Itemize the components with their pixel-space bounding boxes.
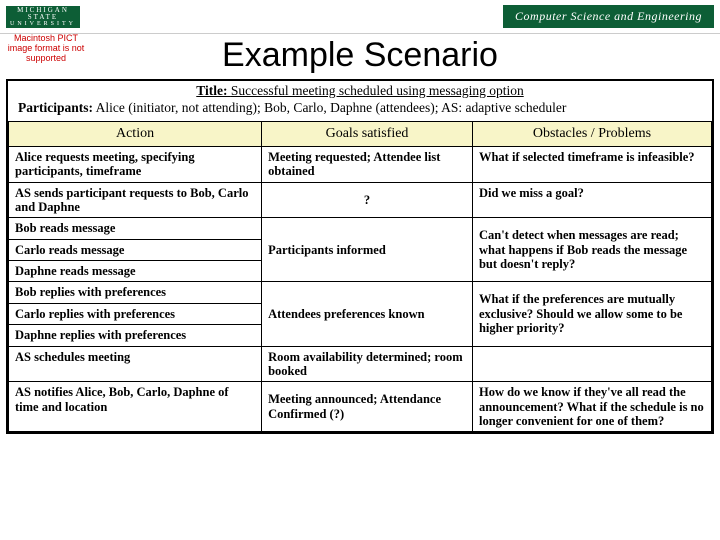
scenario-title-line: Title: Successful meeting scheduled usin…: [18, 83, 702, 100]
cell-obs: Did we miss a goal?: [472, 182, 711, 218]
table-row: AS notifies Alice, Bob, Carlo, Daphne of…: [9, 382, 712, 432]
cell-obs: [472, 346, 711, 382]
cell-action: Daphne reads message: [9, 261, 262, 282]
cell-action: AS schedules meeting: [9, 346, 262, 382]
cell-action: Carlo replies with preferences: [9, 303, 262, 324]
cell-goals: Participants informed: [262, 218, 473, 282]
cell-action: AS notifies Alice, Bob, Carlo, Daphne of…: [9, 382, 262, 432]
col-action: Action: [9, 121, 262, 146]
content-frame: Title: Successful meeting scheduled usin…: [6, 79, 714, 434]
cell-obs: Can't detect when messages are read; wha…: [472, 218, 711, 282]
table-row: Bob replies with preferences Attendees p…: [9, 282, 712, 303]
cell-obs: What if the preferences are mutually exc…: [472, 282, 711, 346]
cell-action: Daphne replies with preferences: [9, 325, 262, 346]
cell-goals: Room availability determined; room booke…: [262, 346, 473, 382]
msu-line1: MICHIGAN STATE: [6, 7, 80, 21]
header-bar: MICHIGAN STATE UNIVERSITY Computer Scien…: [0, 0, 720, 34]
cell-obs: What if selected timeframe is infeasible…: [472, 146, 711, 182]
col-obstacles: Obstacles / Problems: [472, 121, 711, 146]
table-row: AS schedules meeting Room availability d…: [9, 346, 712, 382]
cell-action: AS sends participant requests to Bob, Ca…: [9, 182, 262, 218]
scenario-table: Action Goals satisfied Obstacles / Probl…: [8, 121, 712, 433]
intro-block: Title: Successful meeting scheduled usin…: [8, 81, 712, 121]
cell-goals: Meeting announced; Attendance Confirmed …: [262, 382, 473, 432]
table-header-row: Action Goals satisfied Obstacles / Probl…: [9, 121, 712, 146]
cell-obs: How do we know if they've all read the a…: [472, 382, 711, 432]
cell-goals: Meeting requested; Attendee list obtaine…: [262, 146, 473, 182]
slide-title: Example Scenario: [0, 36, 720, 75]
table-row: Alice requests meeting, specifying parti…: [9, 146, 712, 182]
msu-line2: UNIVERSITY: [6, 21, 80, 27]
participants-line: Participants: Alice (initiator, not atte…: [18, 100, 702, 117]
cse-banner: Computer Science and Engineering: [503, 5, 714, 28]
cell-action: Carlo reads message: [9, 239, 262, 260]
col-goals: Goals satisfied: [262, 121, 473, 146]
cell-goals: ?: [262, 182, 473, 218]
cell-action: Bob reads message: [9, 218, 262, 239]
title-label: Title:: [196, 83, 227, 98]
msu-logo: MICHIGAN STATE UNIVERSITY: [6, 6, 80, 28]
table-row: Bob reads message Participants informed …: [9, 218, 712, 239]
msu-block: MICHIGAN STATE UNIVERSITY: [6, 6, 80, 28]
cell-action: Bob replies with preferences: [9, 282, 262, 303]
cell-goals: Attendees preferences known: [262, 282, 473, 346]
participants-value: Alice (initiator, not attending); Bob, C…: [96, 100, 567, 115]
participants-label: Participants:: [18, 100, 93, 115]
title-value: Successful meeting scheduled using messa…: [231, 83, 524, 98]
table-row: AS sends participant requests to Bob, Ca…: [9, 182, 712, 218]
cell-action: Alice requests meeting, specifying parti…: [9, 146, 262, 182]
missing-image-placeholder: Macintosh PICT image format is not suppo…: [6, 34, 86, 64]
